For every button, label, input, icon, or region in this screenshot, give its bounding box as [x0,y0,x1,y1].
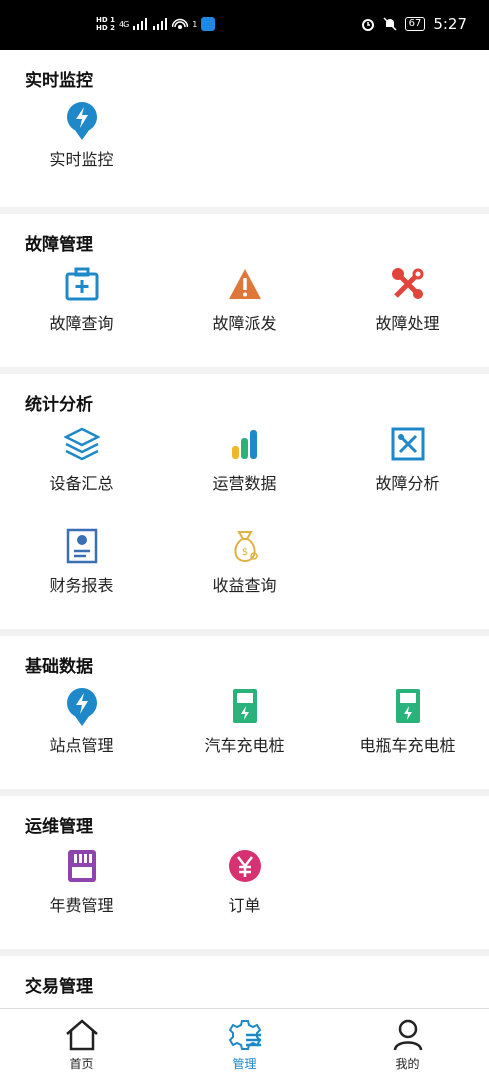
menu-item-annual-fee[interactable]: 年费管理 [0,842,163,944]
tab-home[interactable]: 首页 [0,1009,163,1076]
menu-item-ebike-charger[interactable]: 电瓶车充电桩 [326,682,489,784]
menu-item-label: 订单 [228,896,261,915]
menu-item-label: 收益查询 [212,576,277,595]
section-realtime-monitoring: 实时监控 实时监控 [0,50,489,207]
lightning-pin-icon [66,102,97,140]
menu-item-label: 电瓶车充电桩 [359,736,456,755]
tab-label: 我的 [395,1057,420,1071]
status-bar: HD 1 HD 2 4G 1 67 5:27 [0,0,489,50]
lightning-pin-icon [66,688,97,726]
layers-icon [63,427,100,461]
menu-item-label: 故障分析 [375,474,440,493]
yuan-circle-icon [228,850,261,882]
menu-item-car-charger[interactable]: 汽车充电桩 [163,682,326,784]
home-icon [65,1019,98,1051]
mute-icon [383,17,397,31]
section-transaction-management: 交易管理 [0,956,489,1008]
tools-icon [391,268,423,299]
section-title: 基础数据 [25,657,93,677]
menu-item-fault-analysis[interactable]: 故障分析 [326,420,489,522]
person-icon [393,1019,422,1051]
hotspot-icon [172,18,189,29]
menu-item-revenue-query[interactable]: $ 收益查询 [163,522,326,624]
tab-label: 管理 [232,1057,257,1071]
menu-item-label: 年费管理 [49,896,114,915]
section-title: 统计分析 [25,395,93,415]
bottom-tab-bar: 首页 管理 我的 [0,1008,489,1076]
clock: 5:27 [433,15,467,33]
svg-text:$: $ [241,547,247,558]
signal-icon [133,18,148,30]
section-title: 实时监控 [25,71,93,91]
menu-item-label: 故障派发 [212,314,277,333]
car-charger-icon [232,689,257,723]
menu-item-label: 运营数据 [212,474,277,493]
menu-item-fault-query[interactable]: 故障查询 [0,260,163,362]
management-menu: 实时监控 实时监控 故障管理 故障查询 故障派发 故障处理 统计分析 设备汇总 … [0,50,489,1008]
hotspot-count: 1 [192,19,198,29]
menu-item-equipment-summary[interactable]: 设备汇总 [0,420,163,522]
menu-item-realtime-monitoring[interactable]: 实时监控 [0,96,163,198]
tab-label: 首页 [69,1057,94,1071]
menu-item-financial-report[interactable]: 财务报表 [0,522,163,624]
wrench-box-icon [391,427,424,461]
section-title: 交易管理 [25,977,93,997]
menu-item-station-management[interactable]: 站点管理 [0,682,163,784]
section-fault-management: 故障管理 故障查询 故障派发 故障处理 [0,214,489,367]
menu-item-label: 故障查询 [49,314,114,333]
section-title: 故障管理 [25,235,93,255]
app-notification-icon [201,17,216,31]
menu-item-label: 设备汇总 [49,474,114,493]
tab-mine[interactable]: 我的 [326,1009,489,1076]
medical-kit-icon [65,267,98,301]
signal-icon-2 [153,18,168,30]
sim1-label: HD 1 [96,16,115,24]
menu-item-fault-handling[interactable]: 故障处理 [326,260,489,362]
money-bag-icon: $ [233,531,258,563]
finance-doc-icon [66,528,97,564]
menu-item-operation-data[interactable]: 运营数据 [163,420,326,522]
menu-item-label: 汽车充电桩 [204,736,285,755]
section-statistics-analysis: 统计分析 设备汇总 运营数据 故障分析 财务报表 $ 收益查询 [0,374,489,629]
alarm-icon [361,19,374,31]
gear-list-icon [228,1020,261,1050]
battery-icon: 67 [404,17,426,31]
section-title: 运维管理 [25,817,93,837]
menu-item-label: 站点管理 [49,736,114,755]
tab-management[interactable]: 管理 [163,1009,326,1076]
sim2-label: HD 2 [96,24,115,32]
bar-chart-icon [231,430,257,459]
section-operations-maintenance: 运维管理 年费管理 订单 [0,796,489,949]
menu-item-label: 财务报表 [49,576,114,595]
section-basic-data: 基础数据 站点管理 汽车充电桩 电瓶车充电桩 [0,636,489,789]
ebike-charger-icon [395,689,420,723]
signal-label: 4G [118,19,129,29]
sim-indicators: HD 1 HD 2 [96,16,115,32]
menu-item-label: 故障处理 [375,314,440,333]
menu-item-label: 实时监控 [49,150,114,169]
menu-item-fault-dispatch[interactable]: 故障派发 [163,260,326,362]
menu-item-orders[interactable]: 订单 [163,842,326,944]
warning-icon [228,269,261,299]
sd-card-icon [67,850,96,882]
